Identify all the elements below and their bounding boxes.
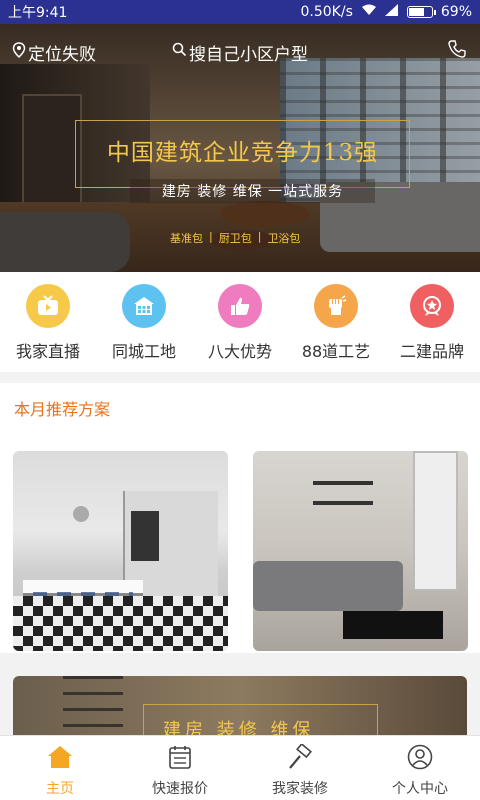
tv-icon [26,284,70,328]
tab-label: 我家装修 [272,781,328,797]
slogan-subtitle: 建房 装修 维保 一站式服务 [130,179,375,203]
network-speed: 0.50K/s [300,4,353,20]
top-bar: 定位失败 搜自己小区户型 [0,38,480,66]
tab-quick-quote[interactable]: 快速报价 [120,736,240,800]
quick-entry-label: 二建品牌 [399,342,464,361]
location-button[interactable]: 定位失败 [12,40,96,65]
wifi-icon [361,4,377,20]
thumbs-up-icon [218,284,262,328]
user-icon [407,744,433,774]
battery-percent: 69% [440,4,472,20]
slogan-frame: 中国建筑企业竞争力13强 [75,120,410,188]
tab-profile[interactable]: 个人中心 [360,736,480,800]
calendar-icon [167,744,193,774]
plan-card-kitchen[interactable] [13,451,228,651]
package-item: 卫浴包 [267,232,301,245]
location-label: 定位失败 [28,44,96,65]
package-list: 基准包 | 厨卫包 | 卫浴包 [170,230,301,245]
hero-banner[interactable]: 定位失败 搜自己小区户型 中国建筑企业竞争力13强 建房 装修 维保 一站式服务… [0,24,480,272]
quick-entry-craft[interactable]: 88道工艺 [288,272,384,372]
status-time: 上午9:41 [8,5,68,21]
quick-entry-brand[interactable]: 二建品牌 [384,272,480,372]
tab-label: 个人中心 [392,781,448,797]
building-icon [122,284,166,328]
quick-entry-advantages[interactable]: 八大优势 [192,272,288,372]
quick-entry-label: 同城工地 [111,342,176,361]
package-item: 基准包 [170,232,203,245]
search-icon [172,42,187,62]
phone-icon[interactable] [448,40,466,63]
plan-card-living-room[interactable] [253,451,468,651]
quick-entry-row: 我家直播 同城工地 八大优势 88道工艺 二建品牌 [0,272,480,372]
search-bar[interactable]: 搜自己小区户型 [172,40,308,65]
fist-icon [314,284,358,328]
recommend-section: 本月推荐方案 [0,383,480,653]
tab-label: 快速报价 [152,781,208,797]
quick-entry-label: 八大优势 [207,342,272,361]
search-placeholder: 搜自己小区户型 [189,44,308,65]
section-title: 本月推荐方案 [14,400,111,419]
tab-my-renovation[interactable]: 我家装修 [240,736,360,800]
promo-banner[interactable]: 建房 装修 维保 [13,676,467,736]
home-icon [47,744,73,774]
quick-entry-label: 我家直播 [15,342,80,361]
quick-entry-label: 88道工艺 [301,342,371,361]
tab-home[interactable]: 主页 [0,736,120,800]
medal-icon [410,284,454,328]
tab-label: 主页 [46,781,74,797]
slogan-title: 中国建筑企业竞争力13强 [106,140,379,166]
hammer-icon [287,742,313,774]
status-bar: 上午9:41 0.50K/s 69% [0,0,480,24]
signal-icon [384,4,399,20]
location-pin-icon [12,41,26,63]
promo-banner-text: 建房 装修 维保 [163,720,315,736]
bottom-tab-bar: 主页 快速报价 我家装修 个人中心 [0,735,480,800]
quick-entry-live[interactable]: 我家直播 [0,272,96,372]
battery-icon [406,6,436,18]
package-item: 厨卫包 [218,232,252,245]
quick-entry-sites[interactable]: 同城工地 [96,272,192,372]
